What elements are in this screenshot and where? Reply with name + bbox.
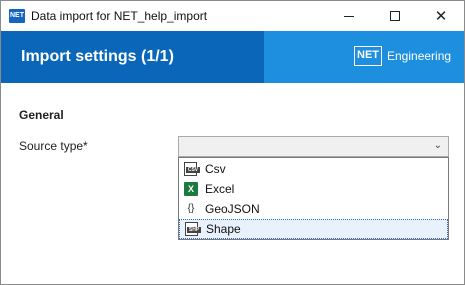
section-heading-general: General xyxy=(19,108,64,122)
title-bar: NET Data import for NET_help_import ✕ xyxy=(1,1,464,31)
close-button[interactable]: ✕ xyxy=(418,1,464,31)
chevron-down-icon: ⌄ xyxy=(433,140,442,151)
dropdown-option-excel[interactable]: X Excel xyxy=(179,179,448,199)
brand-mark: NET xyxy=(354,46,382,66)
app-logo-icon: NET xyxy=(9,9,25,23)
minimize-icon xyxy=(344,15,354,17)
dropdown-option-geojson[interactable]: {} GeoJSON xyxy=(179,199,448,219)
geojson-icon: {} xyxy=(187,203,195,214)
option-label: Excel xyxy=(205,182,235,196)
brand-logo: NET Engineering xyxy=(354,46,451,66)
page-title: Import settings (1/1) xyxy=(21,48,174,65)
maximize-icon xyxy=(390,11,400,21)
import-dialog-window: NET Data import for NET_help_import ✕ Im… xyxy=(0,0,465,285)
header-banner: Import settings (1/1) NET Engineering xyxy=(1,31,464,83)
source-type-dropdown: CSV Csv X Excel {} GeoJSON SHP Shape xyxy=(178,157,449,240)
maximize-button[interactable] xyxy=(372,1,418,31)
source-type-select[interactable]: ⌄ xyxy=(178,136,449,157)
excel-icon: X xyxy=(184,182,200,196)
close-icon: ✕ xyxy=(434,7,448,25)
dropdown-option-shape[interactable]: SHP Shape xyxy=(179,219,448,239)
option-label: GeoJSON xyxy=(205,202,260,216)
brand-text: Engineering xyxy=(387,49,452,63)
option-label: Csv xyxy=(205,162,226,176)
shape-file-icon: SHP xyxy=(185,222,201,236)
window-title: Data import for NET_help_import xyxy=(31,9,208,23)
dropdown-option-csv[interactable]: CSV Csv xyxy=(179,159,448,179)
source-type-label: Source type* xyxy=(19,139,88,153)
csv-file-icon: CSV xyxy=(184,162,200,176)
minimize-button[interactable] xyxy=(326,1,372,31)
option-label: Shape xyxy=(206,222,241,236)
